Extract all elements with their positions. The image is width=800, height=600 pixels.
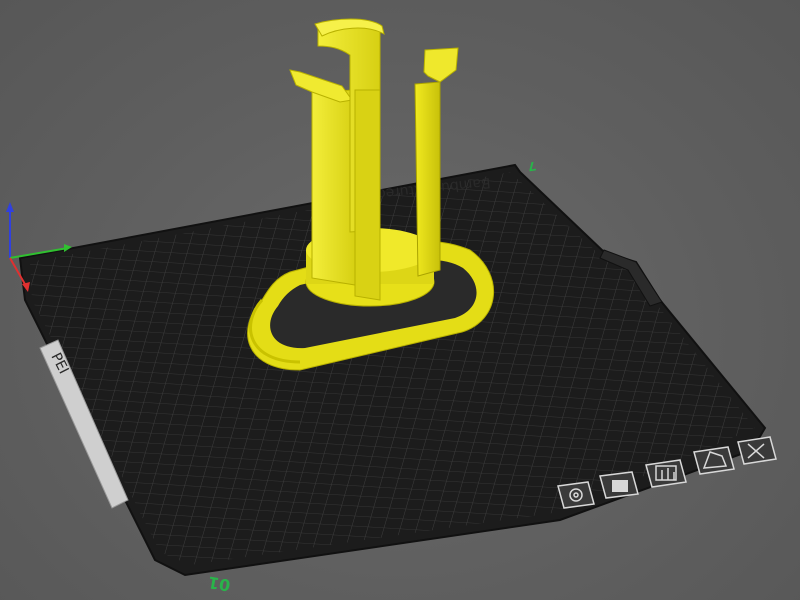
lock-plate-button[interactable] <box>599 471 639 499</box>
auto-orient-button[interactable] <box>693 446 735 475</box>
plate-number: 01 <box>207 572 232 595</box>
scene-canvas[interactable]: Bambu Textured Plate 7 01 PEI <box>0 0 800 600</box>
plate-settings-button[interactable] <box>557 481 595 509</box>
lock-icon <box>612 480 628 492</box>
plate-corner-number: 7 <box>527 159 538 174</box>
3d-viewport[interactable]: Bambu Textured Plate 7 01 PEI <box>0 0 800 600</box>
arrange-plate-button[interactable] <box>645 459 687 488</box>
delete-plate-button[interactable] <box>737 436 777 465</box>
